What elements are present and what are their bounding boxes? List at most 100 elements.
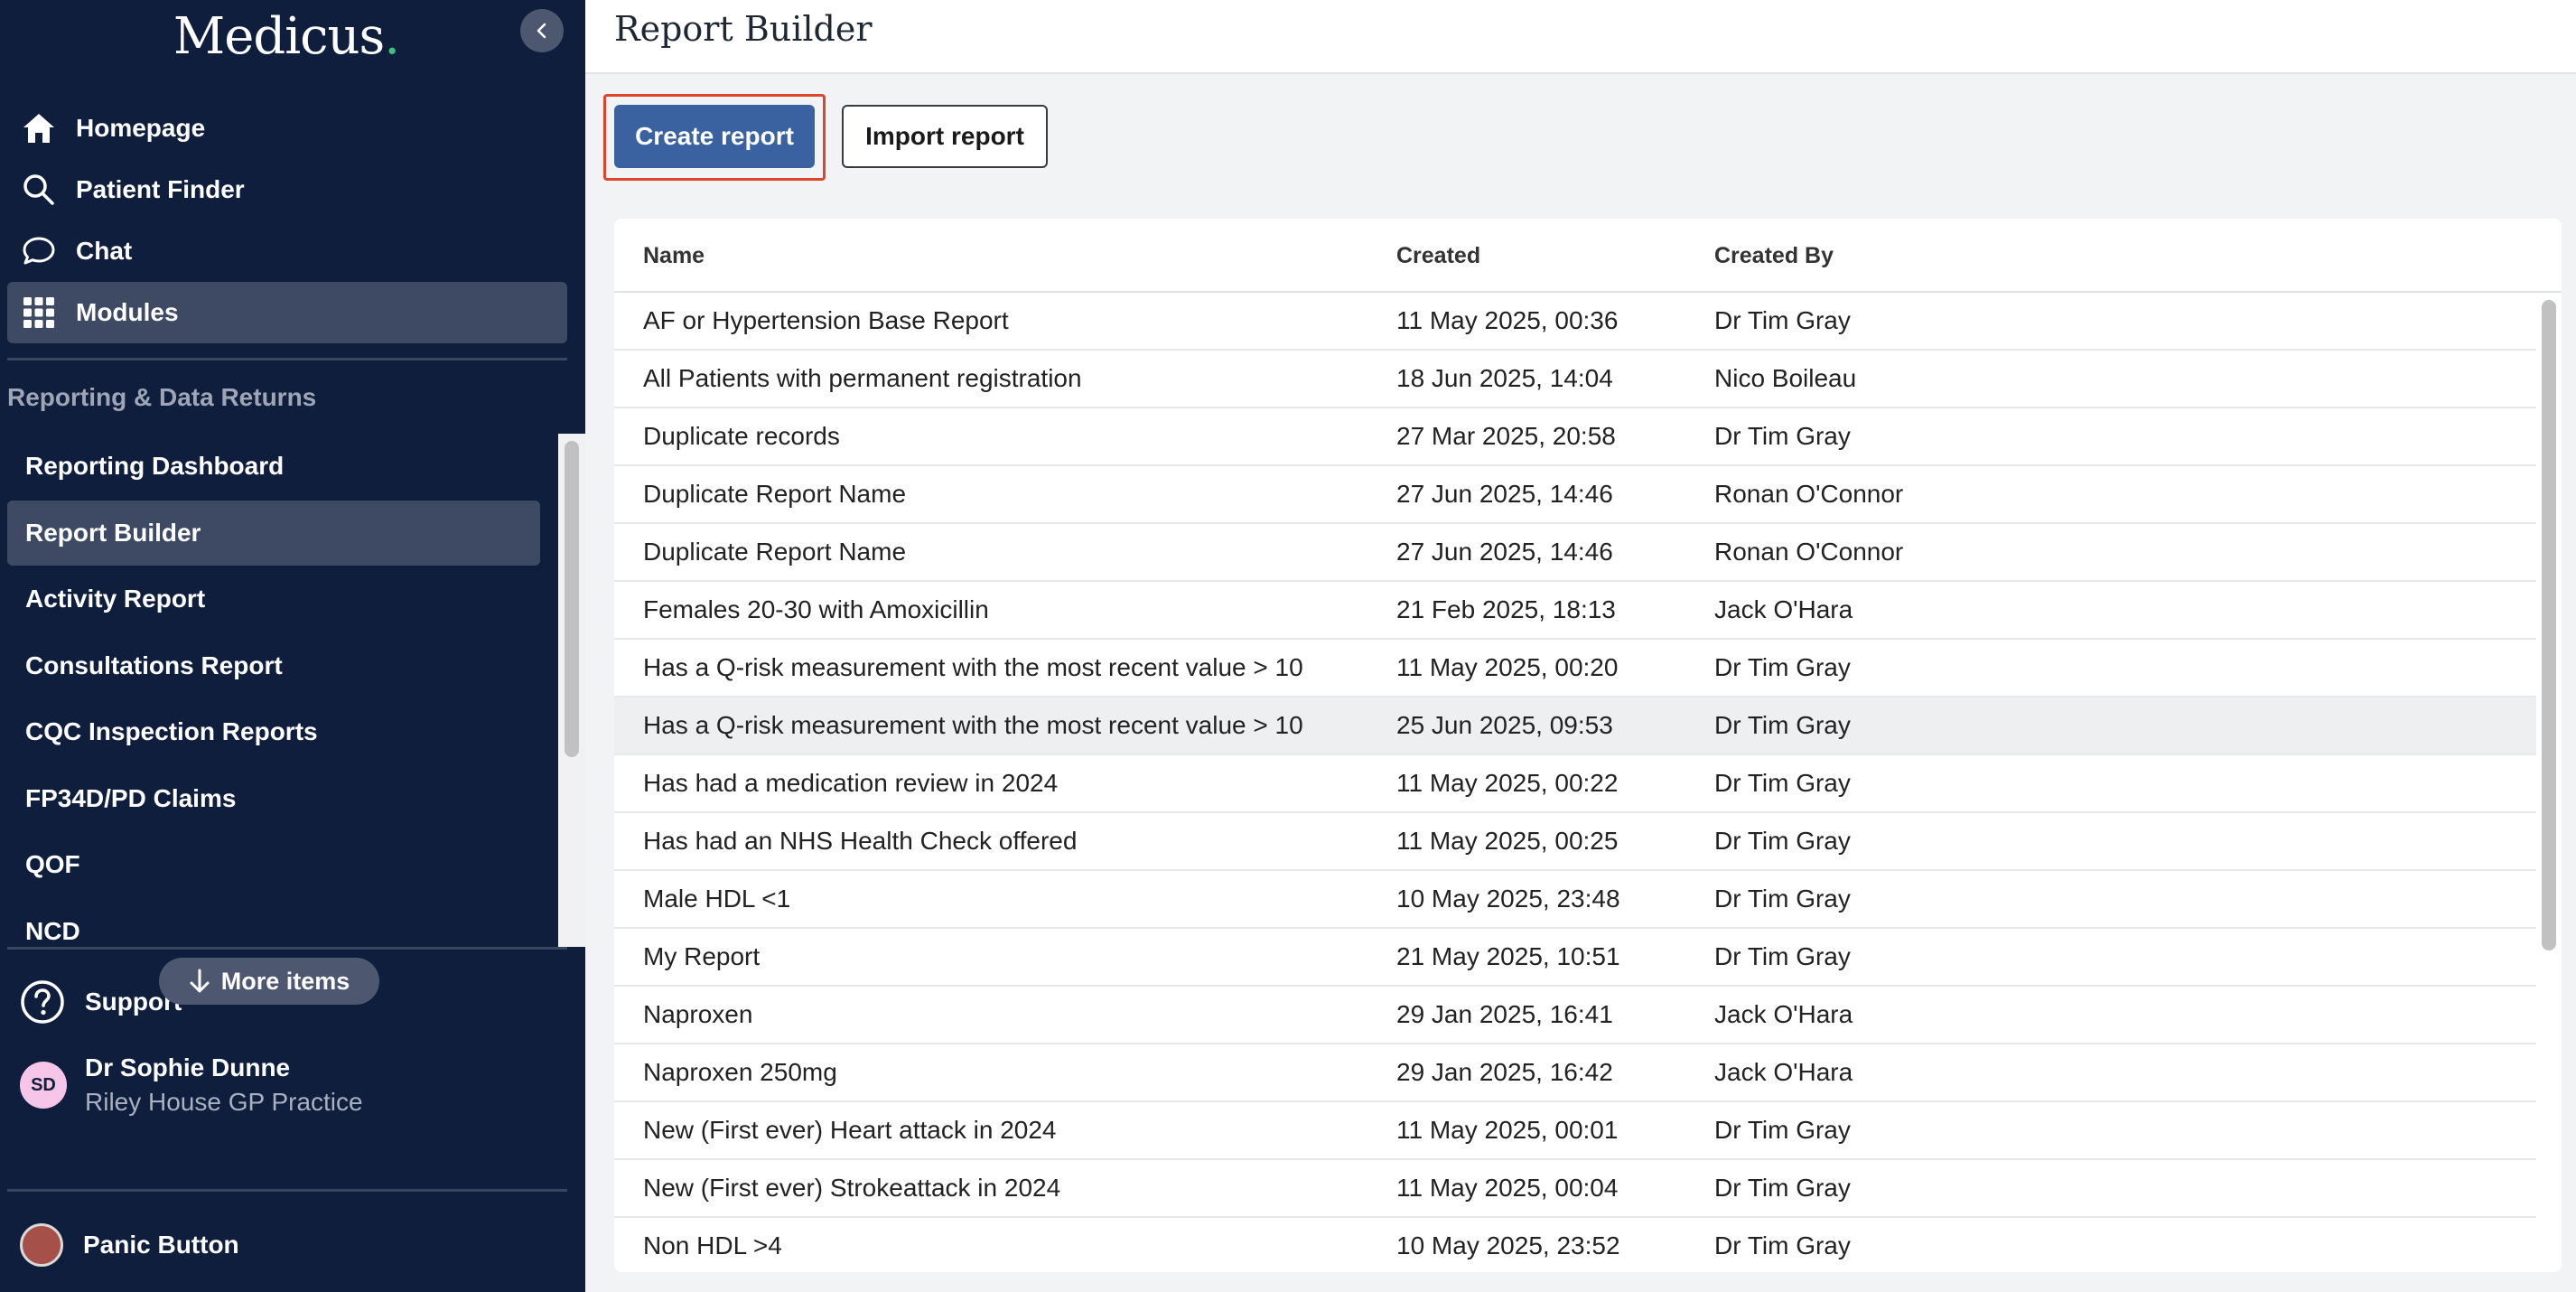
import-report-button[interactable]: Import report xyxy=(842,105,1048,168)
collapse-sidebar-button[interactable] xyxy=(520,9,564,52)
table-row[interactable]: Duplicate Report Name 27 Jun 2025, 14:46 R… xyxy=(614,524,2536,582)
table-row[interactable]: Non HDL >4 10 May 2025, 23:52 Dr Tim Gray xyxy=(614,1218,2536,1272)
table-row[interactable]: AF or Hypertension Base Report 11 May 202… xyxy=(614,293,2536,351)
chat-icon xyxy=(20,232,58,270)
table-row[interactable]: Has had an NHS Health Check offered 11 Ma… xyxy=(614,813,2536,871)
cell-name: Has had an NHS Health Check offered xyxy=(643,827,1078,855)
cell-name: Naproxen 250mg xyxy=(643,1058,837,1086)
sidebar-item-qof[interactable]: QOF xyxy=(7,832,540,897)
cell-created-by: Jack O'Hara xyxy=(1714,1058,1853,1086)
cell-created-by: Jack O'Hara xyxy=(1714,595,1853,623)
table-row[interactable]: My Report 21 May 2025, 10:51 Dr Tim Gray xyxy=(614,929,2536,987)
cell-created-by: Jack O'Hara xyxy=(1714,1000,1853,1028)
cell-created: 27 Jun 2025, 14:46 xyxy=(1396,480,1613,508)
scrollbar-thumb[interactable] xyxy=(565,441,579,757)
divider xyxy=(7,358,567,360)
cell-created-by: Ronan O'Connor xyxy=(1714,480,1904,508)
column-header-created[interactable]: Created xyxy=(1396,219,1480,293)
chevron-left-icon xyxy=(537,23,546,39)
table-row[interactable]: Male HDL <1 10 May 2025, 23:48 Dr Tim Gray xyxy=(614,871,2536,929)
cell-name: My Report xyxy=(643,942,761,970)
panic-button[interactable]: Panic Button xyxy=(20,1223,239,1267)
cell-created: 11 May 2025, 00:01 xyxy=(1396,1116,1619,1144)
nav-item-label: Chat xyxy=(76,237,133,265)
scrollbar-thumb[interactable] xyxy=(2542,300,2556,950)
sidebar-item-reporting-dashboard[interactable]: Reporting Dashboard xyxy=(7,434,540,499)
sidebar: Medicus. Homepage Patient Finder Chat Mo… xyxy=(0,0,585,1292)
sidebar-item-ncd[interactable]: NCD xyxy=(7,899,540,950)
cell-created: 29 Jan 2025, 16:42 xyxy=(1396,1058,1613,1086)
table-row[interactable]: Females 20-30 with Amoxicillin 21 Feb 202… xyxy=(614,582,2536,640)
cell-created: 18 Jun 2025, 14:04 xyxy=(1396,364,1613,392)
table-row[interactable]: Has had a medication review in 2024 11 Ma… xyxy=(614,755,2536,813)
cell-created-by: Dr Tim Gray xyxy=(1714,711,1851,739)
cell-created: 11 May 2025, 00:20 xyxy=(1396,653,1619,681)
table-row[interactable]: New (First ever) Strokeattack in 2024 11 … xyxy=(614,1160,2536,1218)
nav-item-chat[interactable]: Chat xyxy=(7,220,567,282)
home-icon xyxy=(20,109,58,147)
cell-name: Male HDL <1 xyxy=(643,885,791,913)
page-header: Report Builder xyxy=(585,0,2576,74)
nav-item-modules[interactable]: Modules xyxy=(7,282,567,343)
arrow-down-icon xyxy=(189,969,210,994)
column-header-name[interactable]: Name xyxy=(643,219,705,293)
nav-item-label: Homepage xyxy=(76,114,206,142)
cell-created: 27 Mar 2025, 20:58 xyxy=(1396,422,1616,450)
grid-icon xyxy=(20,294,58,332)
table-row[interactable]: All Patients with permanent registration… xyxy=(614,351,2536,408)
cell-created: 11 May 2025, 00:36 xyxy=(1396,306,1619,334)
table-row[interactable]: Naproxen 29 Jan 2025, 16:41 Jack O'Hara xyxy=(614,987,2536,1044)
page-title: Report Builder xyxy=(614,9,873,49)
table-row[interactable]: New (First ever) Heart attack in 2024 11 … xyxy=(614,1102,2536,1160)
nav-item-patient-finder[interactable]: Patient Finder xyxy=(7,159,567,220)
cell-name: Has a Q-risk measurement with the most r… xyxy=(643,653,1303,681)
cell-created-by: Dr Tim Gray xyxy=(1714,942,1851,970)
help-icon xyxy=(21,980,64,1024)
nav-item-homepage[interactable]: Homepage xyxy=(7,98,567,159)
divider xyxy=(7,1189,567,1192)
cell-created: 27 Jun 2025, 14:46 xyxy=(1396,538,1613,566)
column-header-created-by[interactable]: Created By xyxy=(1714,219,1834,293)
cell-created: 21 May 2025, 10:51 xyxy=(1396,942,1620,970)
panic-label: Panic Button xyxy=(83,1231,239,1259)
submenu-scrollbar[interactable] xyxy=(558,434,585,947)
support-link[interactable]: Support xyxy=(20,979,182,1025)
sidebar-item-report-builder[interactable]: Report Builder xyxy=(7,500,540,566)
cell-created: 11 May 2025, 00:04 xyxy=(1396,1174,1619,1202)
cell-created: 10 May 2025, 23:52 xyxy=(1396,1231,1620,1259)
table-body: AF or Hypertension Base Report 11 May 202… xyxy=(614,293,2536,1272)
more-items-label: More items xyxy=(220,967,350,995)
search-icon xyxy=(20,171,58,209)
nav-item-label: Patient Finder xyxy=(76,175,245,203)
sidebar-item-fp34d-pd-claims[interactable]: FP34D/PD Claims xyxy=(7,766,540,831)
cell-created: 25 Jun 2025, 09:53 xyxy=(1396,711,1613,739)
cell-name: Duplicate Report Name xyxy=(643,480,907,508)
cell-created: 11 May 2025, 00:22 xyxy=(1396,769,1619,797)
cell-created-by: Nico Boileau xyxy=(1714,364,1857,392)
avatar: SD xyxy=(20,1062,67,1109)
table-row[interactable]: Has a Q-risk measurement with the most r… xyxy=(614,640,2536,697)
section-title: Reporting & Data Returns xyxy=(7,383,317,411)
cell-name: Has had a medication review in 2024 xyxy=(643,769,1059,797)
sidebar-item-activity-report[interactable]: Activity Report xyxy=(7,566,540,632)
sidebar-item-consultations-report[interactable]: Consultations Report xyxy=(7,633,540,698)
table-row[interactable]: Duplicate records 27 Mar 2025, 20:58 Dr Ti… xyxy=(614,408,2536,466)
main-nav: Homepage Patient Finder Chat Modules xyxy=(7,98,567,343)
reporting-submenu: Reporting Dashboard Report Builder Activ… xyxy=(7,434,540,949)
create-report-button[interactable]: Create report xyxy=(614,105,815,168)
sidebar-item-cqc-inspection-reports[interactable]: CQC Inspection Reports xyxy=(7,699,540,764)
cell-name: AF or Hypertension Base Report xyxy=(643,306,1009,334)
table-row[interactable]: Duplicate Report Name 27 Jun 2025, 14:46 R… xyxy=(614,466,2536,524)
cell-created-by: Ronan O'Connor xyxy=(1714,538,1904,566)
more-items-button[interactable]: More items xyxy=(159,958,379,1005)
user-profile[interactable]: SD Dr Sophie Dunne Riley House GP Practi… xyxy=(20,1053,363,1117)
cell-name: Duplicate Report Name xyxy=(643,538,907,566)
cell-created-by: Dr Tim Gray xyxy=(1714,1231,1851,1259)
cell-name: All Patients with permanent registration xyxy=(643,364,1082,392)
table-row[interactable]: Naproxen 250mg 29 Jan 2025, 16:42 Jack O'H… xyxy=(614,1044,2536,1102)
reports-table: Name Created Created By AF or Hypertensi… xyxy=(614,219,2562,1272)
table-scrollbar[interactable] xyxy=(2536,293,2562,1272)
table-row[interactable]: Has a Q-risk measurement with the most r… xyxy=(614,697,2536,755)
cell-created-by: Dr Tim Gray xyxy=(1714,1174,1851,1202)
logo[interactable]: Medicus. xyxy=(0,7,573,66)
